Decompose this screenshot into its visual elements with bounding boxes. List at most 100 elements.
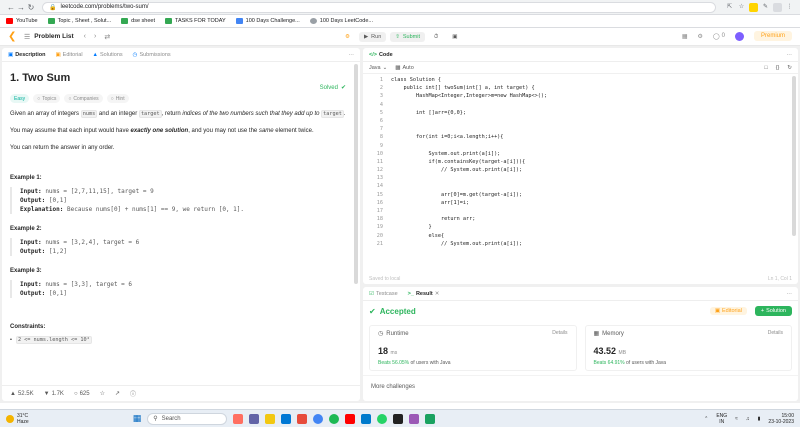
code-line[interactable]: 16 arr[1]=i; [363,199,790,207]
code-line[interactable]: 17 [363,207,790,215]
tab-result[interactable]: >_ Result ✕ [408,291,440,297]
language-select[interactable]: Java ⌄ [369,65,387,71]
streak-counter[interactable]: ◯ 0 [713,33,725,40]
code-line[interactable]: 12 // System.out.print(a[i]); [363,166,790,174]
app-icon-3[interactable] [425,413,436,424]
bookmark-100-days-challenge[interactable]: 100 Days Challenge... [235,18,300,24]
run-button[interactable]: ▶ Run [358,32,387,42]
braces-icon[interactable]: {} [776,65,780,71]
runtime-details-link[interactable]: Details [552,330,567,336]
code-area[interactable]: 1 class Solution {2 public int[] twoSum(i… [363,76,790,248]
address-bar[interactable]: 🔒 leetcode.com/problems/two-sum/ [42,1,716,13]
whatsapp-icon[interactable] [377,413,388,424]
auto-mode-toggle[interactable]: ▩ Auto [395,65,414,71]
memory-card[interactable]: ▦ Memory Details 43.52 MB Beats 64.91% of… [584,325,792,371]
battery-icon[interactable]: ▮ [758,416,761,422]
tab-editorial[interactable]: ▣ Editorial [55,52,82,58]
description-scrollbar[interactable] [354,64,358,284]
companies-chip[interactable]: ○ Companies [64,94,103,103]
profile-avatar[interactable] [773,2,782,12]
weather-widget[interactable]: 31°C Haze [6,413,29,425]
help-icon[interactable]: ⓘ [130,389,136,398]
topics-chip[interactable]: ○ Topics [33,94,61,103]
shuffle-icon[interactable]: ⇄ [104,33,110,41]
avatar[interactable] [734,31,744,41]
code-line[interactable]: 20 else{ [363,232,790,240]
like-button[interactable]: ▲ 52.5K [10,391,34,397]
terminal-app-icon[interactable] [393,413,404,424]
bookmark-star-icon[interactable]: ☆ [737,3,746,12]
comments-button[interactable]: ○ 625 [74,391,90,397]
chrome-icon[interactable] [313,413,324,424]
editorial-button[interactable]: ▣ Editorial [709,307,747,315]
favorite-star-icon[interactable]: ☆ [100,390,105,397]
edge-icon[interactable] [281,413,292,424]
bug-icon[interactable]: ⚙ [340,32,355,42]
list-icon[interactable]: ☰ [24,33,30,41]
premium-button[interactable]: Premium [753,31,792,41]
runtime-card[interactable]: ◷ Runtime Details 18 ms Beats 56.05% of u… [369,325,577,371]
clock[interactable]: 15:00 23-10-2023 [768,413,794,425]
wifi-icon[interactable]: ≈ [735,416,738,422]
bookmark-tasks[interactable]: TASKS FOR TODAY [165,18,226,24]
code-line[interactable]: 14 [363,182,790,190]
code-line[interactable]: 6 [363,117,790,125]
back-icon[interactable]: ← [6,3,16,12]
code-line[interactable]: 18 return arr; [363,215,790,223]
code-line[interactable]: 21 // System.out.print(a[i]); [363,240,790,248]
vscode-icon[interactable] [361,413,372,424]
app-icon-2[interactable] [409,413,420,424]
panel-menu-icon[interactable]: ⋯ [349,52,355,58]
hint-chip[interactable]: ○ Hint [106,94,129,103]
reset-icon[interactable]: ↻ [787,65,792,71]
code-line[interactable]: 9 [363,142,790,150]
timer-icon[interactable]: ⏱ [429,32,443,42]
code-line[interactable]: 3 HashMap<Integer,Integer>m=new HashMap<… [363,92,790,100]
app-icon[interactable] [233,413,244,424]
code-line[interactable]: 7 [363,125,790,133]
puzzle-icon[interactable]: ✎ [761,3,770,12]
tab-submissions[interactable]: ◷ Submissions [133,52,171,58]
next-problem-icon[interactable]: › [94,33,96,40]
code-line[interactable]: 2 public int[] twoSum(int[] a, int targe… [363,84,790,92]
windows-start-icon[interactable]: ▦ [133,413,142,424]
more-challenges-link[interactable]: More challenges [363,375,798,398]
bookmark-100-days-leetcode[interactable]: 100 Days LeetCode... [309,18,373,24]
bookmark-dse-sheet[interactable]: dse sheet [121,18,155,24]
tab-testcase[interactable]: ☑ Testcase [369,291,398,297]
solution-button[interactable]: + Solution [754,306,792,316]
memory-details-link[interactable]: Details [768,330,783,336]
reload-icon[interactable]: ↻ [26,3,36,12]
problem-list-link[interactable]: Problem List [34,33,73,40]
code-line[interactable]: 13 [363,174,790,182]
chevron-up-icon[interactable]: ⌃ [704,416,708,422]
code-line[interactable]: 10 System.out.print(a[i]); [363,150,790,158]
forward-icon[interactable]: → [16,3,26,12]
code-line[interactable]: 11 if(m.containsKey(target-a[i])){ [363,158,790,166]
prev-problem-icon[interactable]: ‹ [84,33,86,40]
tab-code[interactable]: </> Code [369,52,393,58]
speaker-icon[interactable]: ♫ [746,416,750,422]
tab-solutions[interactable]: ▲ Solutions [93,52,123,58]
settings-icon[interactable]: ⚙ [698,33,703,40]
share-icon[interactable]: ⇱ [725,3,734,12]
extension-icon[interactable] [749,2,758,12]
taskbar-search[interactable]: ⚲ Search [147,412,228,425]
code-line[interactable]: 1 class Solution { [363,76,790,84]
code-line[interactable]: 8 for(int i=0;i<a.length;i++){ [363,133,790,141]
notes-icon[interactable]: ▣ [447,32,462,42]
teams-icon[interactable] [249,413,260,424]
leetcode-logo-icon[interactable]: ❮ [8,31,18,42]
submit-button[interactable]: ⇧ Submit [390,32,425,42]
menu-icon[interactable]: ⋮ [785,3,794,12]
code-line[interactable]: 15 arr[0]=m.get(target-a[i]); [363,191,790,199]
file-explorer-icon[interactable] [265,413,276,424]
layout-icon[interactable]: ▦ [682,33,688,40]
bookmark-youtube[interactable]: YouTube [6,18,38,24]
youtube-app-icon[interactable] [345,413,356,424]
code-line[interactable]: 19 } [363,223,790,231]
panel-menu-icon[interactable]: ⋯ [787,52,793,58]
office-icon[interactable] [297,413,308,424]
share-icon[interactable]: ↗ [115,390,120,397]
bookmark-icon[interactable]: □ [764,65,767,71]
